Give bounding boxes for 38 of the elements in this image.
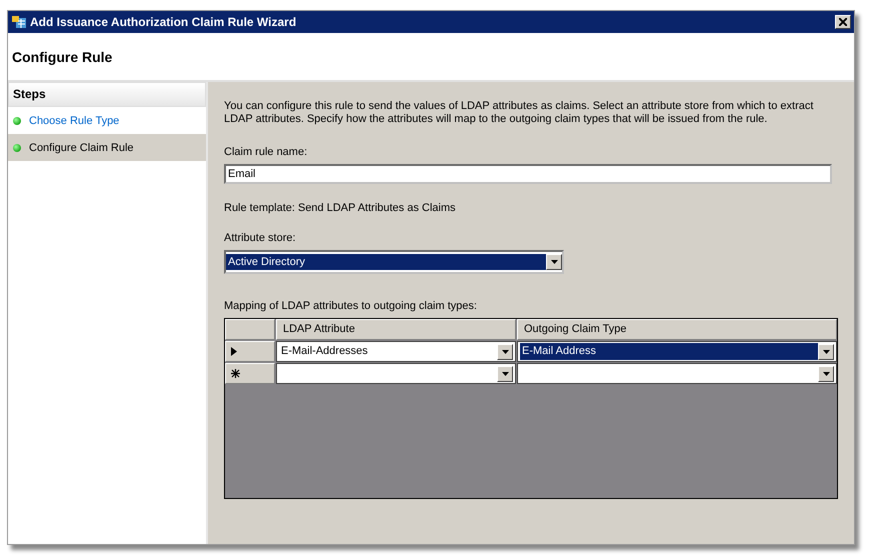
field-label: Attribute store: — [224, 232, 297, 244]
dropdown-button[interactable] — [818, 366, 834, 382]
close-icon — [839, 18, 847, 26]
dropdown-cell[interactable] — [276, 363, 516, 384]
window-title: Add Issuance Authorization Claim Rule Wizard — [30, 15, 298, 29]
field-label: Mapping of LDAP attributes to outgoing claim types: — [224, 300, 478, 312]
new-row-icon — [231, 369, 240, 378]
column-header[interactable]: Outgoing Claim Type — [517, 319, 837, 340]
dropdown-cell[interactable]: E-Mail-Addresses — [276, 341, 516, 362]
dropdown-button[interactable] — [497, 344, 513, 360]
caret-icon — [822, 350, 830, 354]
dropdown-button[interactable] — [818, 344, 834, 360]
dropdown-cell[interactable] — [517, 363, 837, 384]
caret-icon — [502, 372, 508, 376]
status-dot-icon — [13, 144, 21, 152]
corner-header — [225, 319, 275, 340]
rule-template-text: Rule template: Send LDAP Attributes as Claims — [224, 202, 457, 214]
close-button[interactable] — [835, 15, 851, 29]
caret-icon — [550, 260, 558, 264]
app-icon — [11, 15, 27, 29]
caret-icon — [502, 350, 508, 354]
description-text: You can configure this rule to send the values of LDAP attributes as claims. Select an attribute store from which to extract LDAP attributes. Specify how the attributes will map to the outgoing claim types that will be issued from the rule. — [224, 100, 814, 126]
status-dot-icon — [13, 116, 21, 124]
claim-rule-name-field[interactable]: Email — [224, 164, 832, 184]
dropdown-button[interactable] — [497, 366, 513, 382]
steps-heading: Steps — [8, 82, 206, 107]
caret-icon — [822, 372, 830, 376]
row-header[interactable] — [225, 363, 275, 384]
step-item[interactable]: Choose Rule Type — [8, 107, 206, 134]
attribute-store-dropdown[interactable]: Active Directory — [224, 250, 564, 274]
row-pointer-icon — [231, 347, 237, 356]
step-item[interactable]: Configure Claim Rule — [8, 134, 206, 161]
page-title: Configure Rule — [12, 48, 112, 64]
column-header[interactable]: LDAP Attribute — [276, 319, 516, 340]
row-header[interactable] — [225, 341, 275, 362]
field-label: Claim rule name: — [224, 146, 308, 158]
dropdown-button[interactable] — [546, 254, 562, 270]
dropdown-cell[interactable]: E-Mail Address — [517, 341, 837, 362]
